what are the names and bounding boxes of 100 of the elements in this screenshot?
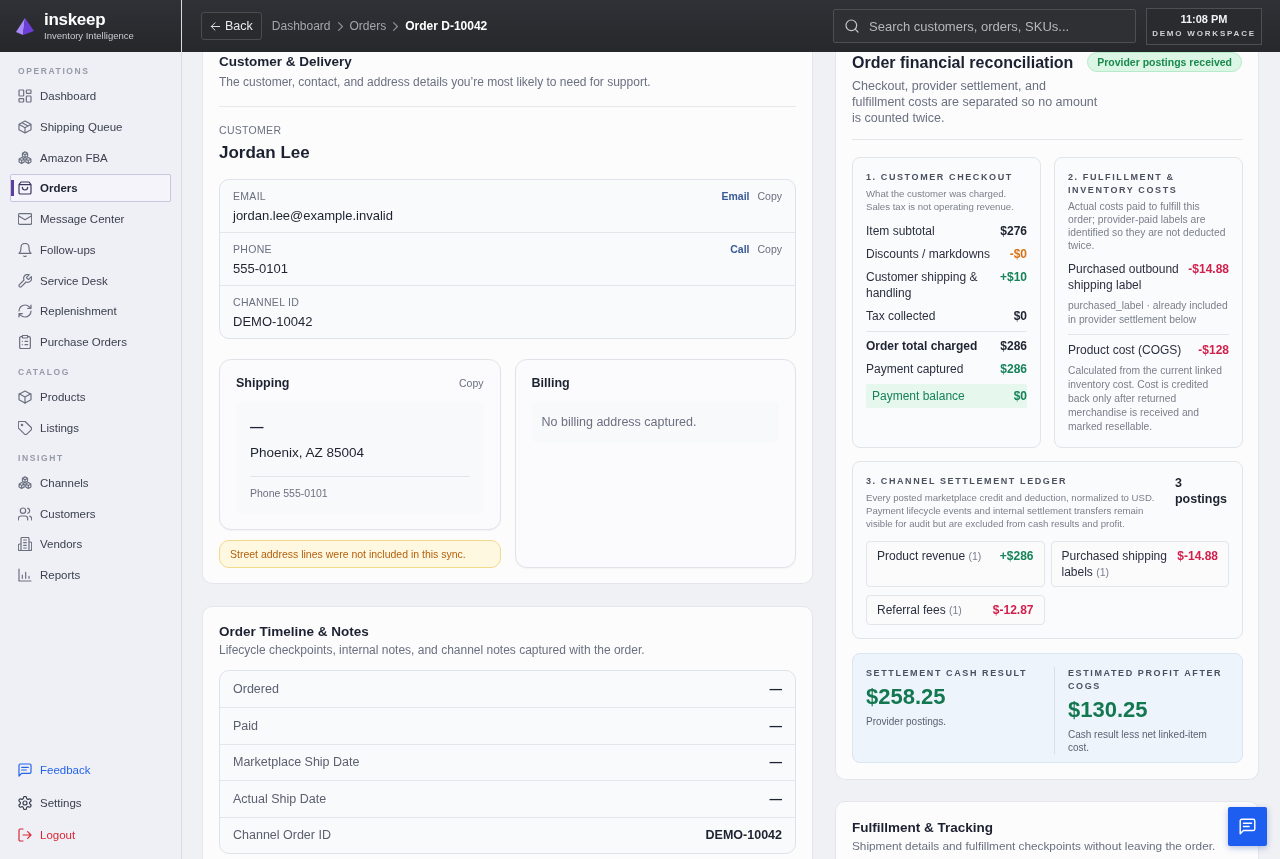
amount-note: Calculated from the current linked inventory cost. Cost is credited back only after returned merchandise is received and marked resellable. xyxy=(1068,364,1223,434)
nav-item[interactable]: Vendors xyxy=(10,530,171,559)
amount-value: +$286 xyxy=(999,548,1034,565)
amount-label: Discounts / markdowns xyxy=(866,246,991,262)
building-icon xyxy=(18,537,32,552)
amount-label: Order total charged xyxy=(866,338,978,354)
nav-item[interactable]: Feedback xyxy=(10,756,171,784)
nav-item[interactable]: Customers xyxy=(10,499,171,528)
nav-item[interactable]: Products xyxy=(10,383,171,411)
bell-icon xyxy=(18,242,32,257)
card-subtitle: Shipment details and fulfillment checkpoints without leaving the order. xyxy=(852,838,1217,854)
refresh-icon xyxy=(18,304,32,319)
card-heading: Shipping xyxy=(236,375,290,391)
row-value: — xyxy=(769,682,782,696)
nav-item[interactable]: Listings xyxy=(10,413,171,442)
nav-item[interactable]: Amazon FBA xyxy=(10,143,171,172)
amount-label: Purchased outbound shipping label xyxy=(1068,261,1180,293)
breadcrumb-link[interactable]: Order D-10042 xyxy=(405,19,488,33)
section-description: What the customer was charged. Sales tax is not operating revenue. xyxy=(866,187,1015,213)
field-label: CHANNEL ID xyxy=(233,295,300,309)
chevron-right-icon xyxy=(336,21,344,31)
contact-link[interactable]: Email xyxy=(721,189,750,203)
section-description: Every posted marketplace credit and deduction, normalized to USD. Payment lifecycle events and internal settlement transfers remain visible for audit but are excluded from cash results and profit. xyxy=(866,491,1156,530)
row-label: Actual Ship Date xyxy=(233,791,327,806)
status-badge: Provider postings received xyxy=(1087,52,1242,72)
row-label: Ordered xyxy=(233,682,279,696)
clipboard-icon xyxy=(18,335,32,349)
customer-name: Jordan Lee xyxy=(219,142,311,164)
amount-label: Payment balance xyxy=(872,388,965,404)
card-subtitle: Lifecycle checkpoints, internal notes, and channel notes captured with the order. xyxy=(219,642,646,658)
search-icon xyxy=(845,19,859,33)
arrow-left-icon xyxy=(210,20,221,32)
address-line: — xyxy=(250,418,265,436)
envelope-icon xyxy=(18,212,32,226)
breadcrumb-link[interactable]: Dashboard xyxy=(271,19,331,33)
nav-item[interactable]: Dashboard xyxy=(10,82,171,110)
warning-banner: Street address lines were not included in this sync. xyxy=(219,540,501,568)
tag-icon xyxy=(18,420,32,435)
entry-label: Purchased shipping labels (1) xyxy=(1061,548,1168,580)
amount-value: $0 xyxy=(1013,388,1027,404)
workspace-name: DEMO WORKSPACE xyxy=(1152,29,1256,39)
amount-value: -$128 xyxy=(1198,342,1229,358)
result-note: Cash result less net linked-item cost. xyxy=(1068,728,1208,754)
nav-item[interactable]: Follow-ups xyxy=(10,235,171,264)
amount-value: $276 xyxy=(1000,223,1027,239)
card-subtitle: Checkout, provider settlement, and fulfillment costs are separated so no amount is counted twice. xyxy=(852,78,1099,126)
amount-note: purchased_label · already included in provider settlement below xyxy=(1068,299,1229,327)
field-label: PHONE xyxy=(233,242,272,256)
bar-chart-icon xyxy=(18,568,32,582)
chat-button[interactable] xyxy=(1228,807,1267,846)
nav-item[interactable]: Replenishment xyxy=(10,297,171,326)
section-heading: 1. CUSTOMER CHECKOUT xyxy=(866,171,1014,184)
postings-count: 3 postings xyxy=(1174,475,1227,507)
copy-link[interactable]: Copy xyxy=(757,189,782,203)
nav-item[interactable]: Orders xyxy=(10,174,171,203)
breadcrumb-link[interactable]: Orders xyxy=(349,19,387,33)
section-heading: 3. CHANNEL SETTLEMENT LEDGER xyxy=(866,475,1069,488)
nav-item[interactable]: Logout xyxy=(10,821,171,849)
copy-link[interactable]: Copy xyxy=(757,242,782,256)
row-value: DEMO-10042 xyxy=(705,828,782,843)
brand-tagline: Inventory Intelligence xyxy=(44,29,134,42)
row-label: Channel Order ID xyxy=(233,828,331,843)
contact-link[interactable]: Call xyxy=(730,242,750,256)
nav-item[interactable]: Purchase Orders xyxy=(10,328,171,356)
package-icon xyxy=(18,119,32,134)
card-title: Order financial reconciliation xyxy=(852,53,1074,73)
amount-label: Payment captured xyxy=(866,361,964,377)
chevron-right-icon xyxy=(392,21,400,31)
boxes-icon xyxy=(18,475,32,490)
address-phone: Phone 555-0101 xyxy=(250,476,470,500)
users-icon xyxy=(18,506,32,521)
section-description: Actual costs paid to fulfill this order; provider-paid labels are identified so they are not deducted twice. xyxy=(1068,200,1227,252)
row-value: — xyxy=(769,755,782,770)
nav-item[interactable]: Settings xyxy=(10,788,171,817)
nav-item[interactable]: Service Desk xyxy=(10,266,171,295)
nav-item[interactable]: Message Center xyxy=(10,205,171,233)
result-value: $130.25 xyxy=(1068,697,1149,723)
wrench-icon xyxy=(18,273,32,288)
back-button[interactable]: Back xyxy=(201,12,262,40)
nav-item[interactable]: Channels xyxy=(10,468,171,497)
amount-value: $286 xyxy=(1000,361,1027,377)
chat-icon xyxy=(1239,818,1256,835)
row-value: — xyxy=(769,718,782,733)
entry-label: Referral fees (1) xyxy=(877,602,962,618)
field-label: CUSTOMER xyxy=(219,123,283,137)
amount-label: Tax collected xyxy=(866,308,936,324)
section-heading: CATALOG xyxy=(17,366,71,378)
copy-link[interactable]: Copy xyxy=(459,377,484,389)
search-field[interactable]: Search customers, orders, SKUs... xyxy=(833,9,1136,43)
section-heading: INSIGHT xyxy=(17,451,65,464)
row-label: Marketplace Ship Date xyxy=(233,755,360,770)
section-heading: OPERATIONS xyxy=(17,65,91,77)
result-value: $258.25 xyxy=(866,684,947,710)
section-heading: 2. FULFILLMENT & INVENTORY COSTS xyxy=(1068,171,1179,197)
message-icon xyxy=(18,763,32,777)
nav-item[interactable]: Shipping Queue xyxy=(10,112,171,141)
row-label: Paid xyxy=(233,718,259,733)
nav-item[interactable]: Reports xyxy=(10,561,171,589)
amount-label: Item subtotal xyxy=(866,223,935,239)
cube-icon xyxy=(18,390,32,404)
